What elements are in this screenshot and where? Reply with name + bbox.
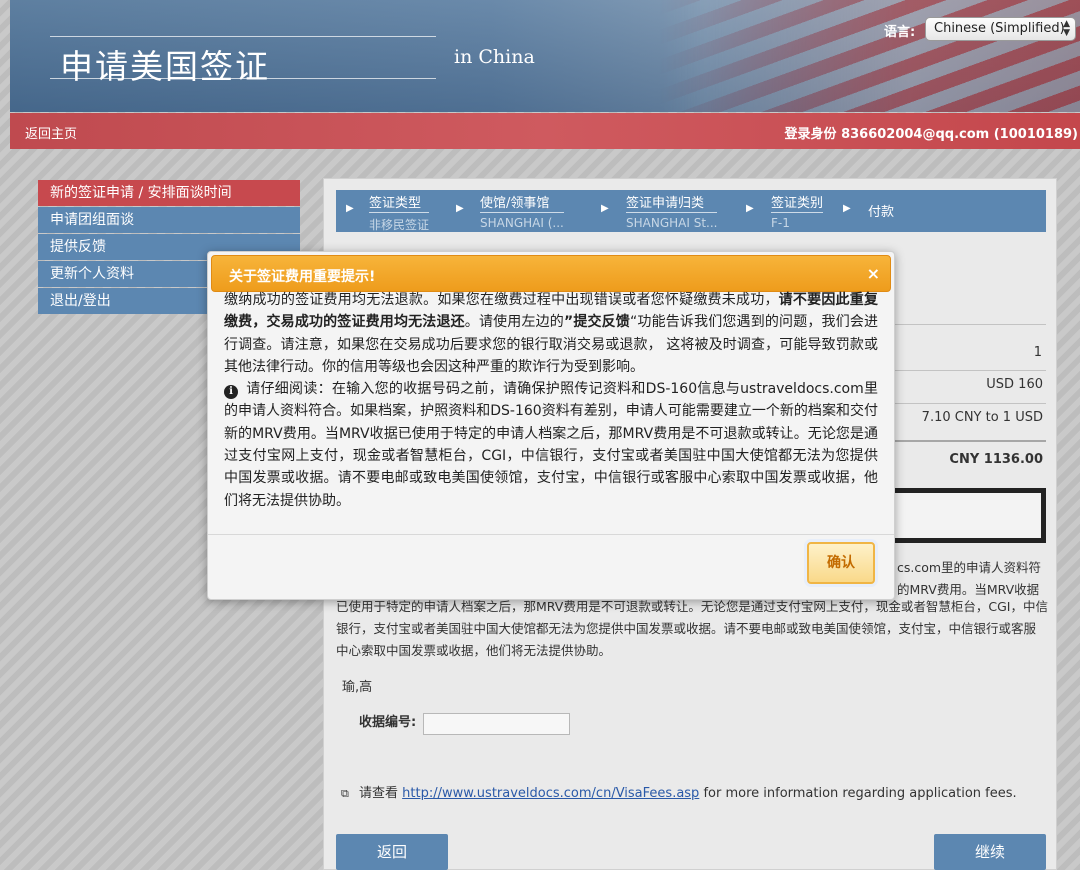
- sidebar-item-group-interview[interactable]: 申请团组面谈: [38, 207, 300, 233]
- breadcrumb-step-title: 签证类型: [369, 192, 430, 213]
- breadcrumb-step-category: 签证申请归类 SHANGHAI St...: [626, 192, 718, 230]
- login-info: 登录身份 836602004@qq.com (10010189): [784, 127, 1078, 142]
- fee-notice-modal: 关于签证费用重要提示! × 缴纳成功的签证费用均无法退款。如果您在缴费过程中出现…: [207, 251, 895, 600]
- notice-partial-line-1: cs.com里的申请人资料符: [897, 560, 1042, 575]
- breadcrumb-step-post: 使馆/领事馆 SHANGHAI (...: [480, 192, 564, 230]
- title-rule-bottom: [50, 78, 436, 79]
- modal-body: 缴纳成功的签证费用均无法退款。如果您在缴费过程中出现错误或者您怀疑缴费未成功， 请…: [224, 289, 878, 512]
- language-select[interactable]: Chinese (Simplified) ▲ ▼: [925, 17, 1076, 41]
- chevron-right-icon: ▶: [746, 203, 754, 214]
- exchange-rate: 7.10 CNY to 1 USD: [921, 410, 1043, 425]
- breadcrumb-step-visa-class: 签证类别 F-1: [771, 192, 824, 230]
- modal-text: 。请使用左边的: [464, 314, 564, 331]
- modal-text: 请仔细阅读：在输入您的收据号码之前，请确保护照传记资料和DS-160信息与ust…: [224, 381, 878, 509]
- language-select-value: Chinese (Simplified): [934, 21, 1065, 36]
- more-info-prefix: 请查看: [359, 786, 403, 801]
- site-title: 申请美国签证: [60, 47, 270, 86]
- breadcrumb-step-value: SHANGHAI (...: [480, 216, 564, 230]
- modal-feedback-ref: ”提交反馈: [563, 314, 630, 331]
- applicant-name: 瑜,高: [342, 680, 373, 695]
- breadcrumb-step-title: 付款: [868, 205, 895, 220]
- progress-breadcrumb: ▶ 签证类型 非移民签证 ▶ 使馆/领事馆 SHANGHAI (... ▶ 签证…: [336, 190, 1046, 232]
- fee-total: CNY 1136.00: [949, 452, 1043, 467]
- notice-box: [870, 488, 1046, 543]
- receipt-number-label: 收据编号:: [359, 715, 417, 730]
- fee-quantity: 1: [1033, 345, 1042, 360]
- fee-amount-usd: USD 160: [986, 377, 1043, 392]
- external-link-icon: ⧉: [341, 787, 349, 800]
- modal-title: 关于签证费用重要提示!: [229, 269, 376, 285]
- close-icon[interactable]: ×: [867, 264, 880, 283]
- modal-text: 缴纳成功的签证费用均无法退款。如果您在缴费过程中出现错误或者您怀疑缴费未成功，: [224, 292, 779, 308]
- more-info-line: ⧉ 请查看 http://www.ustraveldocs.com/cn/Vis…: [341, 782, 1017, 801]
- fee-table-rule: [880, 324, 1046, 325]
- chevron-right-icon: ▶: [346, 203, 354, 214]
- notice-paragraph: 已使用于特定的申请人档案之后，那MRV费用是不可退款或转让。无论您是通过支付宝网…: [336, 599, 1048, 658]
- title-rule-top: [50, 36, 436, 37]
- breadcrumb-step-value: SHANGHAI St...: [626, 216, 718, 230]
- back-button[interactable]: 返回: [336, 834, 448, 870]
- language-label: 语言:: [884, 25, 916, 40]
- home-link[interactable]: 返回主页: [25, 123, 77, 142]
- fee-table-rule: [880, 440, 1046, 442]
- site-subtitle: in China: [454, 46, 535, 68]
- breadcrumb-step-value: 非移民签证: [369, 218, 430, 232]
- breadcrumb-step-visa-type: 签证类型 非移民签证: [369, 192, 430, 233]
- chevron-right-icon: ▶: [843, 203, 851, 214]
- modal-header: 关于签证费用重要提示! ×: [211, 255, 891, 292]
- fee-table-rule: [880, 370, 1046, 371]
- receipt-number-input[interactable]: [423, 713, 570, 735]
- modal-paragraph-1: 缴纳成功的签证费用均无法退款。如果您在缴费过程中出现错误或者您怀疑缴费未成功，请…: [224, 289, 878, 378]
- breadcrumb-step-value: F-1: [771, 216, 790, 230]
- visa-fees-link[interactable]: http://www.ustraveldocs.com/cn/VisaFees.…: [402, 786, 699, 801]
- info-icon: i: [224, 385, 238, 400]
- modal-divider: [208, 534, 894, 535]
- sidebar-item-new-application[interactable]: 新的签证申请 / 安排面谈时间: [38, 180, 300, 206]
- chevron-right-icon: ▶: [601, 203, 609, 214]
- modal-paragraph-2: i 请仔细阅读：在输入您的收据号码之前，请确保护照传记资料和DS-160信息与us…: [224, 378, 878, 512]
- chevron-right-icon: ▶: [456, 203, 464, 214]
- breadcrumb-step-payment: 付款: [868, 201, 894, 220]
- confirm-button[interactable]: 确认: [807, 542, 875, 584]
- more-info-suffix: for more information regarding applicati…: [703, 786, 1017, 801]
- select-arrows-icon: ▲ ▼: [1063, 19, 1070, 38]
- breadcrumb-step-title: 使馆/领事馆: [480, 192, 564, 213]
- breadcrumb-step-title: 签证申请归类: [626, 192, 718, 213]
- site-header: 申请美国签证 in China: [10, 0, 1080, 112]
- breadcrumb-step-title: 签证类别: [771, 192, 824, 213]
- continue-button[interactable]: 继续: [934, 834, 1046, 870]
- top-nav-bar: 返回主页 登录身份 836602004@qq.com (10010189): [10, 113, 1080, 149]
- fee-table-rule: [880, 403, 1046, 404]
